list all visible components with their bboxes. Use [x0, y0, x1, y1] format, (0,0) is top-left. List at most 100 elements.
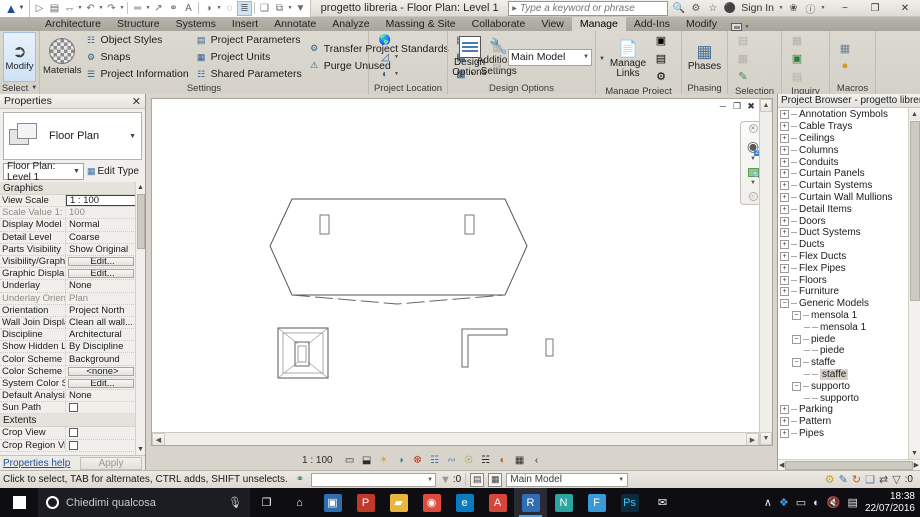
manage-links-button[interactable]: 📄 Manage Links: [607, 39, 649, 79]
tree-node[interactable]: + Pipes: [778, 428, 908, 440]
tree-node[interactable]: + Curtain Panels: [778, 168, 908, 180]
property-row[interactable]: Detail Level Coarse: [0, 231, 136, 244]
tree-collapse-icon[interactable]: −: [780, 299, 789, 309]
tree-node[interactable]: − piede: [778, 333, 908, 345]
customize-qat-icon[interactable]: ▼: [293, 1, 308, 16]
visual-style-icon[interactable]: ⬓: [361, 454, 373, 466]
editable-only-icon[interactable]: ▤: [470, 472, 485, 487]
crop-view-icon[interactable]: ☷: [429, 454, 441, 466]
scroll-up-icon[interactable]: ▲: [909, 108, 920, 120]
scroll-down-icon[interactable]: ▼: [760, 432, 772, 445]
property-value[interactable]: 1 : 100: [66, 195, 136, 207]
starting-view-icon[interactable]: ▤: [651, 50, 671, 67]
expand-icon[interactable]: ‹: [531, 454, 543, 466]
tree-expand-icon[interactable]: +: [780, 287, 789, 297]
tree-expand-icon[interactable]: +: [780, 181, 789, 191]
reload-latest-icon[interactable]: ↻: [852, 473, 861, 486]
property-value[interactable]: Plan: [66, 293, 136, 304]
taskbar-app-chrome[interactable]: ◉: [415, 488, 448, 517]
tree-node[interactable]: + Flex Pipes: [778, 262, 908, 274]
scroll-up-icon[interactable]: ▲: [136, 182, 145, 193]
temporary-hide-isolate-icon[interactable]: ☵: [480, 454, 492, 466]
property-value[interactable]: 100: [66, 207, 136, 218]
aligned-dimension-icon[interactable]: ↗: [151, 1, 166, 16]
worksets-icon[interactable]: ⚙: [825, 473, 835, 486]
chevron-down-icon[interactable]: ▼: [750, 156, 756, 162]
chevron-down-icon[interactable]: ▼: [778, 5, 784, 11]
exchange-apps-icon[interactable]: ❀: [786, 1, 801, 16]
minimize-button[interactable]: −: [830, 0, 860, 17]
property-value[interactable]: Project North: [66, 305, 136, 316]
sun-path-off-icon[interactable]: ☀: [378, 454, 390, 466]
tree-node[interactable]: + Curtain Systems: [778, 180, 908, 192]
view-minimize-button[interactable]: ─: [718, 101, 728, 112]
browser-horizontal-scrollbar[interactable]: ◀ ▶: [778, 459, 920, 470]
tree-collapse-icon[interactable]: −: [792, 381, 801, 391]
property-value[interactable]: None: [66, 280, 136, 291]
property-value[interactable]: By Discipline: [66, 341, 136, 352]
navbar-options-icon[interactable]: ○: [748, 192, 758, 201]
property-row[interactable]: Orientation Project North: [0, 304, 136, 317]
tab-architecture[interactable]: Architecture: [37, 17, 109, 31]
tree-node[interactable]: + Curtain Wall Mullions: [778, 192, 908, 204]
property-row[interactable]: Scale Value 1: 100: [0, 207, 136, 220]
tree-node[interactable]: + Pattern: [778, 416, 908, 428]
browser-vertical-scrollbar[interactable]: ▲ ▼: [908, 108, 920, 459]
project-browser-tree[interactable]: + Annotation Symbols + Cable Trays + Ceilings…: [778, 108, 920, 459]
property-row[interactable]: Wall Join DisplayClean all wall...: [0, 316, 136, 330]
taskbar-app-file-explorer-blue[interactable]: ▣: [316, 488, 349, 517]
filter-status[interactable]: ▼ :0: [440, 474, 461, 486]
user-icon[interactable]: ⚫: [722, 1, 737, 16]
tree-expand-icon[interactable]: +: [780, 145, 789, 155]
undo-icon[interactable]: ↶: [83, 1, 98, 16]
property-row[interactable]: Crop View: [0, 427, 136, 440]
tree-expand-icon[interactable]: +: [780, 216, 789, 226]
synchronize-icon[interactable]: ⇄: [879, 473, 888, 486]
tree-node[interactable]: staffe: [778, 368, 908, 381]
tree-node[interactable]: + Conduits: [778, 156, 908, 168]
tab-view[interactable]: View: [533, 17, 572, 31]
project-information-button[interactable]: ☰ Project Information: [82, 66, 192, 82]
chevron-down-icon[interactable]: ▼: [427, 477, 433, 483]
tree-expand-icon[interactable]: +: [780, 204, 789, 214]
chevron-down-icon[interactable]: ▼: [820, 5, 826, 11]
tree-expand-icon[interactable]: +: [780, 417, 789, 427]
thin-lines-icon[interactable]: ≣: [237, 0, 252, 16]
properties-scrollbar[interactable]: ▲ ▼: [135, 182, 145, 455]
tree-collapse-icon[interactable]: −: [792, 358, 801, 368]
analytical-model-icon[interactable]: ▦: [514, 454, 526, 466]
tree-node[interactable]: + Furniture: [778, 286, 908, 298]
battery-icon[interactable]: ▭: [796, 496, 806, 509]
chevron-down-icon[interactable]: ▼: [394, 54, 399, 60]
filter-icon[interactable]: ▽: [892, 473, 900, 486]
materials-button[interactable]: Materials: [43, 38, 82, 76]
tree-expand-icon[interactable]: +: [780, 263, 789, 273]
tree-node[interactable]: + Columns: [778, 144, 908, 156]
show-crop-region-icon[interactable]: ∾: [446, 454, 458, 466]
property-row[interactable]: Show Hidden L...By Discipline: [0, 341, 136, 354]
project-parameters-button[interactable]: ▤ Project Parameters: [192, 32, 305, 48]
wifi-icon[interactable]: ◐: [813, 497, 820, 509]
measure-icon[interactable]: ═: [130, 1, 145, 16]
property-value[interactable]: Coarse: [66, 232, 136, 243]
tree-collapse-icon[interactable]: −: [792, 310, 801, 320]
scroll-left-icon[interactable]: ◀: [152, 433, 165, 445]
tab-collaborate[interactable]: Collaborate: [464, 17, 534, 31]
property-row[interactable]: Parts Visibility Show Original: [0, 243, 136, 256]
tab-insert[interactable]: Insert: [224, 17, 266, 31]
project-units-button[interactable]: ▦ Project Units: [192, 49, 305, 65]
tree-expand-icon[interactable]: +: [780, 428, 789, 438]
canvas-horizontal-scrollbar[interactable]: ◀ ▶: [152, 432, 759, 445]
tree-node[interactable]: mensola 1: [778, 321, 908, 333]
application-menu-button[interactable]: ▲ ▼: [0, 0, 30, 17]
save-as-icon[interactable]: ⥐: [62, 1, 77, 16]
sign-in-label[interactable]: Sign In: [741, 2, 774, 14]
dropbox-icon[interactable]: ❖: [779, 496, 789, 509]
tab-analyze[interactable]: Analyze: [324, 17, 377, 31]
tab-annotate[interactable]: Annotate: [266, 17, 324, 31]
property-row[interactable]: Visibility/Graph... Edit...: [0, 255, 136, 269]
view-restore-button[interactable]: ❐: [732, 101, 742, 112]
chevron-down-icon[interactable]: ▼: [394, 71, 399, 77]
property-row[interactable]: View Scale 1 : 100: [0, 195, 136, 208]
redo-icon[interactable]: ↷: [104, 1, 119, 16]
